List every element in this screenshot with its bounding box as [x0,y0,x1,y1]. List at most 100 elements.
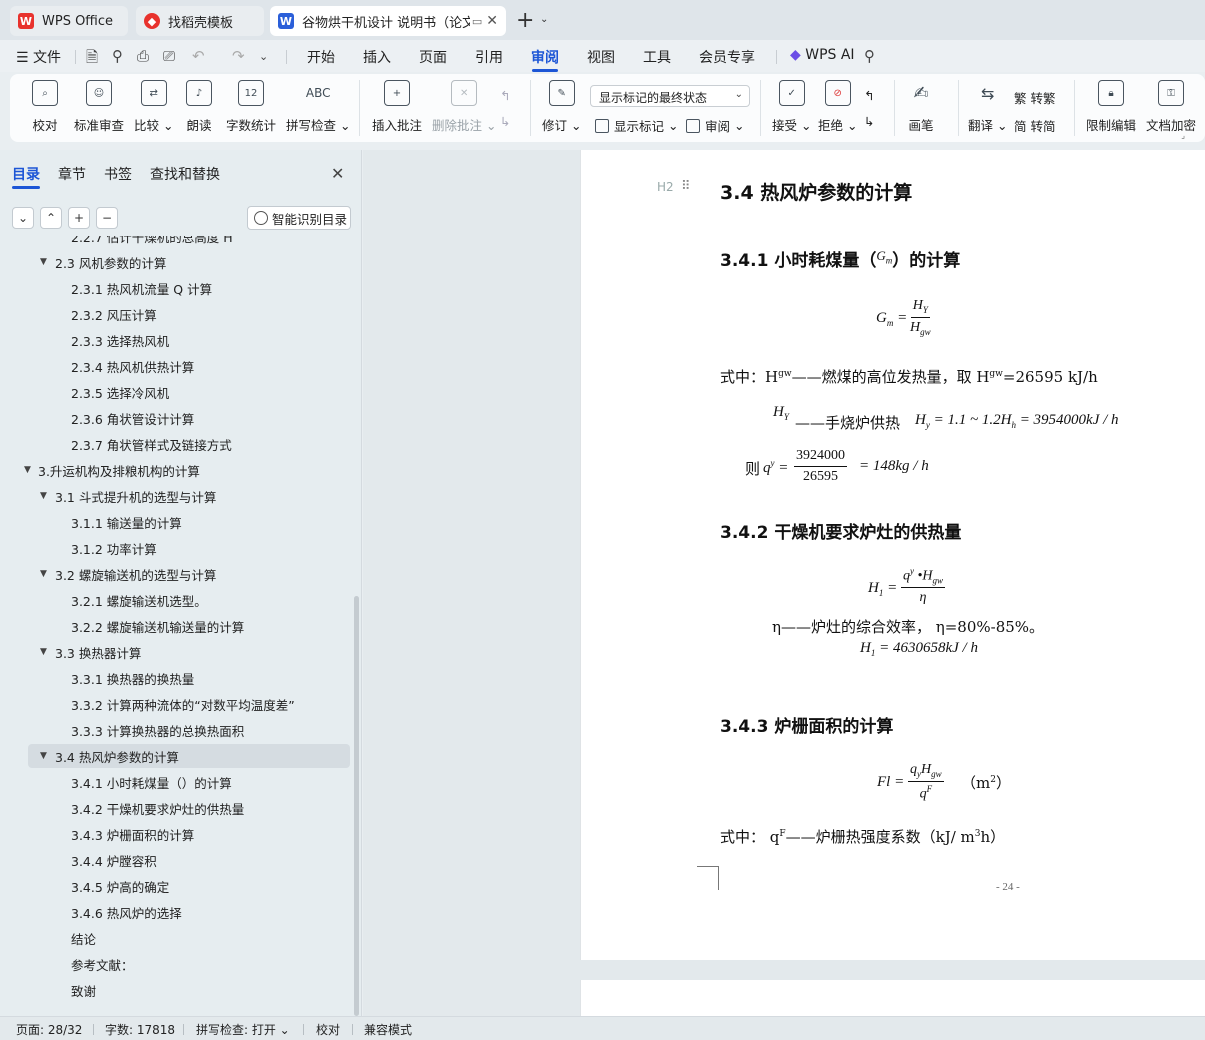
toc-item[interactable]: 3.2.2 螺旋输送机输送量的计算 [0,614,352,638]
page-indicator[interactable]: 页面: 28/32 [16,1021,82,1038]
expand-triangle-icon[interactable]: ▼ [40,491,54,501]
expand-triangle-icon[interactable]: ▼ [40,257,54,267]
toc-item[interactable]: 2.3.5 选择冷风机 [0,380,352,404]
toc-item[interactable]: 3.4.3 炉栅面积的计算 [0,822,352,846]
toc-item[interactable]: ▼ 3.2 螺旋输送机的选型与计算 [0,562,352,586]
toc-item[interactable]: 3.3.3 计算换热器的总换热面积 [0,718,352,742]
toc-item[interactable]: 3.3.1 换热器的换热量 [0,666,352,690]
ribbon-expand-icon[interactable]: ⌟ [1181,131,1185,140]
nav-tab-find-replace[interactable]: 查找和替换 [150,164,220,184]
toc-item[interactable]: 3.1.2 功率计算 [0,536,352,560]
review-pane-button[interactable]: 审阅 ⌄ [686,116,744,135]
encrypt-doc-button[interactable]: ⚿ 文档加密 [1146,80,1196,134]
next-comment-icon[interactable]: ↳ [500,114,510,129]
nav-tab-toc[interactable]: 目录 [12,164,40,184]
toc-item[interactable]: 2.3.7 角状管样式及链接方式 [0,432,352,456]
expand-triangle-icon[interactable]: ▼ [40,647,54,657]
smart-toc-button[interactable]: 智能识别目录 [247,206,351,230]
translate-button[interactable]: ⇆ 翻译 ⌄ [968,80,1007,134]
standard-review-button[interactable]: ☺ 标准审查 [74,80,124,134]
spell-check-status[interactable]: 拼写检查: 打开 ⌄ [196,1021,290,1038]
menu-home[interactable]: 开始 [307,47,335,67]
toc-item[interactable]: 2.3.6 角状管设计计算 [0,406,352,430]
toc-item[interactable]: 致谢 [0,978,352,1002]
toc-item[interactable]: 2.3.4 热风机供热计算 [0,354,352,378]
toc-item[interactable]: ▼ 2.3 风机参数的计算 [0,250,352,274]
toc-item[interactable]: 3.4.1 小时耗煤量（）的计算 [0,770,352,794]
toc-item[interactable]: 2.3.1 热风机流量 Q 计算 [0,276,352,300]
save-icon[interactable]: 🗎 [86,47,98,72]
menu-insert[interactable]: 插入 [363,47,391,67]
menu-view[interactable]: 视图 [587,47,615,67]
expand-up-button[interactable]: ⌃ [40,207,62,229]
new-tab-icon[interactable]: + [516,8,534,33]
file-menu[interactable]: ☰ 文件 [16,47,61,67]
nav-scrollbar[interactable] [354,596,359,1016]
toc-item[interactable]: 结论 [0,926,352,950]
toc-item[interactable]: 3.3.2 计算两种流体的“对数平均温度差” [0,692,352,716]
word-count-status[interactable]: 字数: 17818 [105,1021,175,1038]
toc-item[interactable]: 2.3.2 风压计算 [0,302,352,326]
redo-icon[interactable]: ↷ [232,47,245,65]
ink-button[interactable]: ✍ 画笔 [908,80,934,134]
delete-comment-button[interactable]: ✕ 删除批注 ⌄ [432,80,496,134]
toc-item[interactable]: 3.2.1 螺旋输送机选型。 [0,588,352,612]
close-tab-icon[interactable]: ✕ [486,13,498,29]
word-count-button[interactable]: 12 字数统计 [226,80,276,134]
menu-member[interactable]: 会员专享 [699,47,755,67]
expand-triangle-icon[interactable]: ▼ [40,569,54,579]
next-change-icon[interactable]: ↳ [864,114,874,129]
compare-button[interactable]: ⇄ 比较 ⌄ [134,80,173,134]
chevron-down-icon[interactable]: ⌄ [259,50,268,63]
toc-item[interactable]: ▼ 3.1 斗式提升机的选型与计算 [0,484,352,508]
undo-icon[interactable]: ↶ [192,47,205,65]
markup-state-select[interactable]: 显示标记的最终状态 ⌄ [590,85,750,107]
toc-item[interactable]: 3.1.1 输送量的计算 [0,510,352,534]
tab-document[interactable]: W 谷物烘干机设计 说明书（论文 ▭ ✕ [270,6,506,36]
share-icon[interactable]: ⚲ [112,47,123,65]
print-preview-icon[interactable]: ⎚ [163,47,175,65]
toc-item[interactable]: ▼ 3.3 换热器计算 [0,640,352,664]
menu-tools[interactable]: 工具 [643,47,671,67]
drag-handle-icon[interactable]: ⠿ [681,179,690,194]
toc-item[interactable]: ▼ 3.4 热风炉参数的计算 [28,744,350,768]
toc-item[interactable]: 2.2.7 估计干燥机的总高度 H [0,236,352,248]
nav-tab-bookmarks[interactable]: 书签 [104,164,132,184]
nav-tab-sections[interactable]: 章节 [58,164,86,184]
previous-change-icon[interactable]: ↰ [864,88,874,103]
monitor-icon[interactable]: ▭ [472,15,482,28]
restrict-edit-button[interactable]: 🔒︎ 限制编辑 [1086,80,1136,134]
tab-wps-office[interactable]: W WPS Office [10,6,128,36]
track-changes-button[interactable]: ✎ 修订 ⌄ [542,80,581,134]
menu-review[interactable]: 审阅 [531,47,559,67]
expand-triangle-icon[interactable]: ▼ [24,465,38,475]
accept-button[interactable]: ✓ 接受 ⌄ [772,80,811,134]
print-icon[interactable]: ⎙ [137,47,149,65]
search-icon[interactable]: ⚲ [864,47,875,65]
show-markup-button[interactable]: 显示标记 ⌄ [595,116,678,135]
spell-check-button[interactable]: ABC 拼写检查 ⌄ [286,80,350,134]
toc-item[interactable]: 3.4.5 炉高的确定 [0,874,352,898]
close-icon[interactable]: ✕ [331,164,344,183]
insert-comment-button[interactable]: + 插入批注 [372,80,422,134]
toc-item[interactable]: 3.4.6 热风炉的选择 [0,900,352,924]
read-aloud-button[interactable]: ♪ 朗读 [186,80,212,134]
toc-item[interactable]: 3.4.4 炉膛容积 [0,848,352,872]
previous-comment-icon[interactable]: ↰ [500,88,510,103]
tab-docer-templates[interactable]: ◆ 找稻壳模板 [136,6,264,36]
remove-heading-button[interactable]: − [96,207,118,229]
next-page[interactable] [580,980,1205,1016]
toc-item[interactable]: 3.4.2 干燥机要求炉灶的供热量 [0,796,352,820]
collapse-all-button[interactable]: ⌄ [12,207,34,229]
toc-item[interactable]: ▼ 3.升运机构及排粮机构的计算 [0,458,352,482]
wps-ai-button[interactable]: ◆ WPS AI [790,47,855,63]
document-page[interactable]: H2 ⠿ 3.4 热风炉参数的计算 3.4.1 小时耗煤量（Gm）的计算 Gm … [580,150,1205,960]
chevron-down-icon[interactable]: ⌄ [540,14,548,25]
toc-item[interactable]: 2.3.3 选择热风机 [0,328,352,352]
reject-button[interactable]: ⊘ 拒绝 ⌄ [818,80,857,134]
expand-triangle-icon[interactable]: ▼ [40,751,54,761]
proofread-status[interactable]: 校对 [316,1021,340,1038]
to-traditional-button[interactable]: 繁转繁 [1014,88,1056,107]
to-simplified-button[interactable]: 简转简 [1014,116,1056,135]
toc-item[interactable]: 参考文献： [0,952,352,976]
